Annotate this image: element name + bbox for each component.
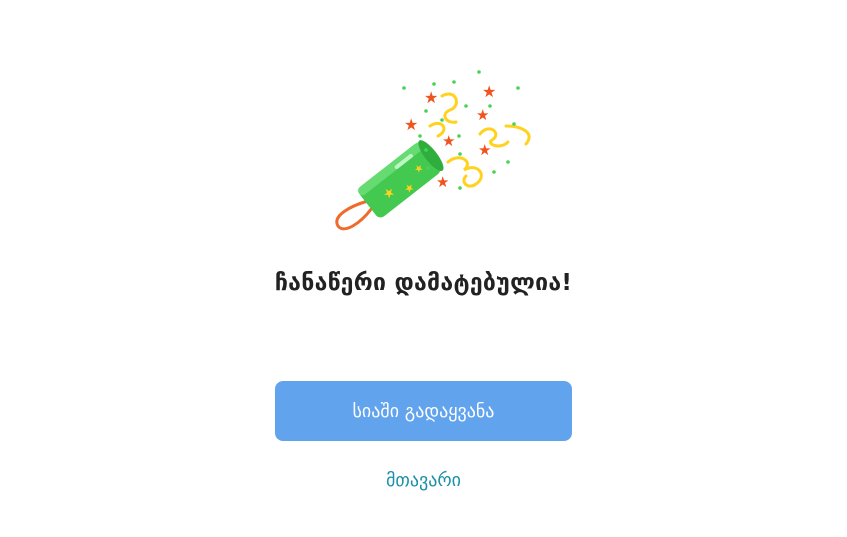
svg-text:★: ★ [424,88,438,107]
party-popper-icon: ★ ★ ★ ★ ★ ★ ★ ★ ★ ★ [330,66,540,236]
svg-text:★: ★ [482,82,496,101]
svg-text:★: ★ [476,106,489,124]
svg-text:★: ★ [436,173,449,191]
svg-text:★: ★ [478,141,491,159]
success-title: ჩანაწერი დამატებულია! [274,270,573,296]
home-link[interactable]: მთავარი [0,470,847,491]
svg-text:★: ★ [442,132,455,150]
svg-text:★: ★ [404,115,418,134]
go-to-list-button[interactable]: სიაში გადაყვანა [275,381,572,441]
